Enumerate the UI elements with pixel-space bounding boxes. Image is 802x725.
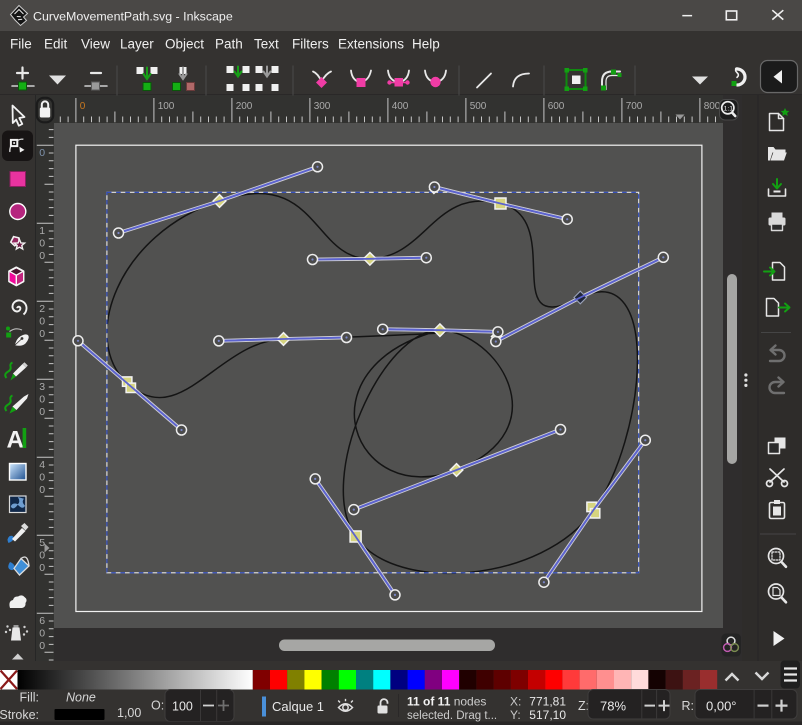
svg-text:selected. Drag t...: selected. Drag t... bbox=[407, 710, 497, 722]
svg-text:100: 100 bbox=[172, 700, 193, 714]
svg-text:5: 5 bbox=[39, 537, 45, 549]
svg-text:Calque 1: Calque 1 bbox=[272, 699, 324, 714]
svg-text:0: 0 bbox=[39, 640, 45, 652]
svg-text:None: None bbox=[66, 691, 96, 705]
svg-text:Path: Path bbox=[215, 37, 243, 52]
svg-text:0: 0 bbox=[39, 147, 45, 159]
svg-text:0: 0 bbox=[80, 101, 86, 112]
svg-text:700: 700 bbox=[626, 101, 643, 112]
svg-text:0: 0 bbox=[39, 562, 45, 574]
svg-text:600: 600 bbox=[548, 101, 565, 112]
svg-text:1,00: 1,00 bbox=[117, 706, 141, 720]
svg-text:Text: Text bbox=[254, 37, 279, 52]
svg-text:6: 6 bbox=[39, 615, 45, 627]
svg-text:517,10: 517,10 bbox=[529, 708, 566, 722]
svg-text:Object: Object bbox=[165, 37, 204, 52]
svg-text:0: 0 bbox=[39, 406, 45, 418]
svg-text:2: 2 bbox=[39, 303, 45, 315]
svg-text:Stroke:: Stroke: bbox=[0, 708, 39, 722]
svg-text:File: File bbox=[10, 37, 32, 52]
svg-text:0: 0 bbox=[39, 472, 45, 484]
svg-text:500: 500 bbox=[470, 101, 487, 112]
svg-text:0: 0 bbox=[39, 484, 45, 496]
svg-text:R:: R: bbox=[682, 699, 695, 713]
svg-text:11 of 11 nodes: 11 of 11 nodes bbox=[407, 695, 486, 709]
svg-text:0: 0 bbox=[39, 628, 45, 640]
svg-text:300: 300 bbox=[314, 101, 331, 112]
svg-text:771,81: 771,81 bbox=[529, 695, 566, 709]
svg-text:3: 3 bbox=[39, 381, 45, 393]
svg-text:Y:: Y: bbox=[510, 708, 521, 722]
svg-text:0: 0 bbox=[39, 328, 45, 340]
svg-text:O:: O: bbox=[151, 699, 164, 713]
svg-text:Help: Help bbox=[412, 37, 440, 52]
svg-text:Z:: Z: bbox=[578, 699, 589, 713]
svg-text:Fill:: Fill: bbox=[20, 691, 39, 705]
svg-text:1:1: 1:1 bbox=[724, 106, 734, 113]
svg-text:Extensions: Extensions bbox=[338, 37, 404, 52]
svg-text:0: 0 bbox=[39, 316, 45, 328]
svg-text:0: 0 bbox=[39, 550, 45, 562]
svg-text:A: A bbox=[7, 427, 24, 454]
svg-text:Edit: Edit bbox=[44, 37, 68, 52]
svg-text:1: 1 bbox=[39, 225, 45, 237]
svg-text:100: 100 bbox=[158, 101, 175, 112]
svg-text:0: 0 bbox=[39, 238, 45, 250]
svg-text:400: 400 bbox=[392, 101, 409, 112]
svg-text:Layer: Layer bbox=[120, 37, 154, 52]
svg-text:Filters: Filters bbox=[292, 37, 329, 52]
svg-text:CurveMovementPath.svg - Inksca: CurveMovementPath.svg - Inkscape bbox=[33, 10, 233, 24]
svg-text:X:: X: bbox=[510, 695, 521, 709]
svg-text:800: 800 bbox=[704, 101, 721, 112]
svg-text:0,00°: 0,00° bbox=[706, 699, 737, 714]
svg-text:View: View bbox=[81, 37, 110, 52]
svg-text:0: 0 bbox=[39, 250, 45, 262]
svg-text:0: 0 bbox=[39, 394, 45, 406]
svg-text:200: 200 bbox=[236, 101, 253, 112]
svg-text:4: 4 bbox=[39, 459, 45, 471]
svg-text:78%: 78% bbox=[600, 699, 626, 714]
